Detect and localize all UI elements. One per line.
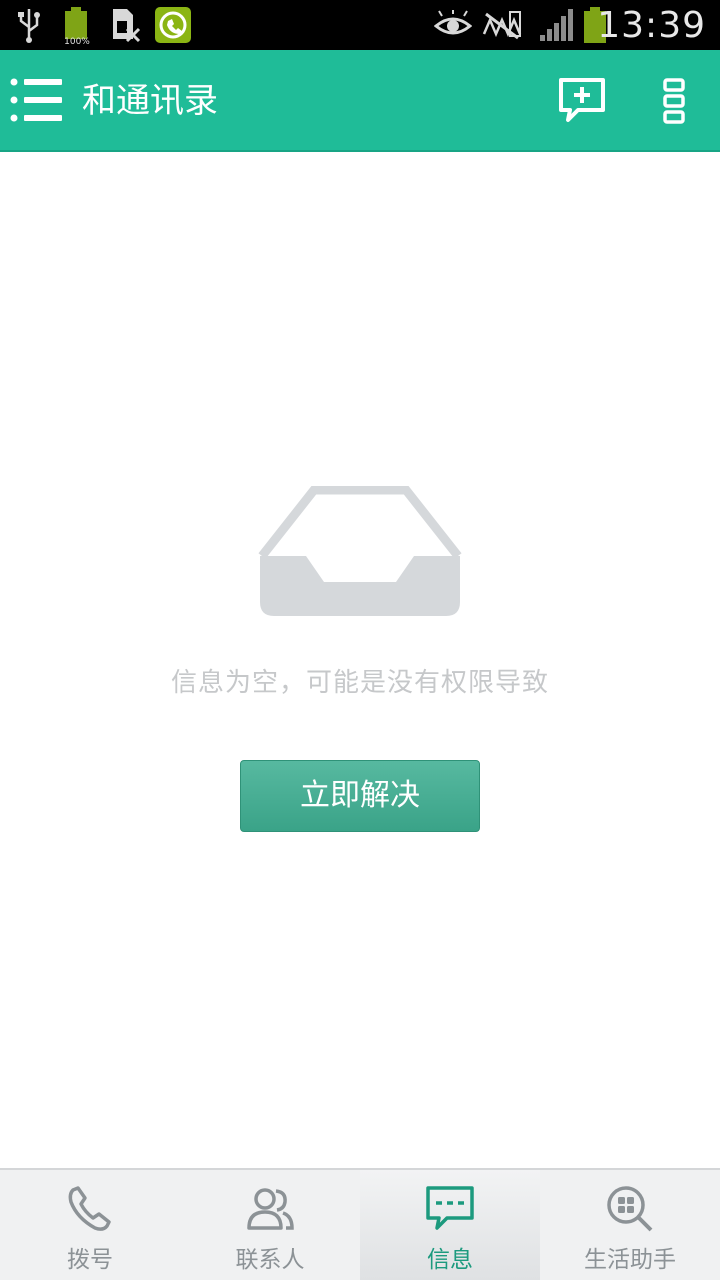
sim-icon [108, 0, 142, 50]
status-bar: 100% 13:39 [0, 0, 720, 50]
message-icon [426, 1186, 474, 1230]
contacts-icon [247, 1188, 294, 1230]
tab-messages[interactable]: 信息 [360, 1170, 540, 1280]
resolve-now-button[interactable]: 立即解决 [240, 760, 480, 832]
empty-message: 信息为空，可能是没有权限导致 [170, 668, 549, 698]
tab-label: 联系人 [235, 1247, 305, 1273]
app-bar: 和通讯录 [0, 50, 720, 152]
app-title: 和通讯录 [82, 81, 218, 121]
more-button[interactable] [658, 76, 690, 126]
new-message-icon [559, 78, 605, 122]
clock: 13:39 [597, 5, 706, 46]
new-message-button[interactable] [556, 76, 608, 126]
no-signal-icon [480, 0, 524, 50]
tab-life-assistant[interactable]: 生活助手 [540, 1170, 720, 1280]
menu-icon [10, 78, 62, 122]
battery-percent: 100% [64, 37, 90, 45]
phone-icon [68, 1186, 111, 1231]
tab-dial[interactable]: 拨号 [0, 1170, 180, 1280]
bottom-nav: 拨号 联系人 信息 生活助手 [0, 1168, 720, 1280]
tab-label: 信息 [427, 1247, 473, 1273]
tab-contacts[interactable]: 联系人 [180, 1170, 360, 1280]
empty-inbox-icon [258, 485, 462, 618]
tab-label: 生活助手 [584, 1247, 676, 1273]
more-icon [663, 78, 685, 124]
signal-bars-icon [538, 0, 576, 50]
app-notification-icon [155, 0, 191, 50]
menu-button[interactable] [8, 76, 68, 126]
battery-icon: 100% [60, 0, 94, 50]
usb-icon [14, 0, 44, 50]
life-assistant-icon [607, 1186, 653, 1232]
eye-icon [434, 0, 472, 50]
tab-label: 拨号 [67, 1247, 113, 1273]
